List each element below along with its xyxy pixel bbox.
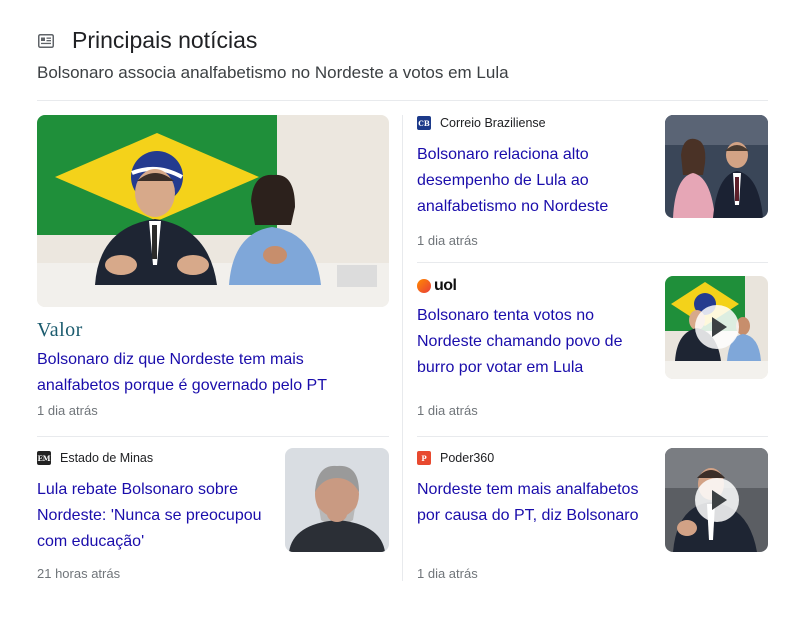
headline-poder360[interactable]: Nordeste tem mais analfabetos por causa … [417, 477, 657, 529]
time-valor: 1 dia atrás [37, 403, 98, 418]
source-estado-de-minas: EM Estado de Minas [37, 451, 153, 465]
headline-uol[interactable]: Bolsonaro tenta votos no Nordeste chaman… [417, 303, 657, 381]
section-title: Principais notícias [72, 27, 258, 53]
source-label: Estado de Minas [60, 451, 154, 465]
divider [417, 262, 768, 263]
story-subtitle[interactable]: Bolsonaro associa analfabetismo no Norde… [37, 63, 509, 83]
source-label: Correio Braziliense [440, 116, 546, 130]
time-correio-braziliense: 1 dia atrás [417, 233, 478, 248]
newspaper-icon [38, 34, 54, 48]
video-play-icon[interactable] [695, 305, 739, 349]
source-poder360: P Poder360 [417, 451, 494, 465]
source-uol: uol [417, 277, 457, 295]
column-divider [402, 115, 403, 581]
source-label: Poder360 [440, 451, 495, 465]
article-thumbnail-valor[interactable] [37, 115, 389, 307]
headline-estado-de-minas[interactable]: Lula rebate Bolsonaro sobre Nordeste: 'N… [37, 477, 277, 555]
divider [417, 436, 768, 437]
time-poder360: 1 dia atrás [417, 566, 478, 581]
uol-logo-icon [417, 279, 431, 293]
article-thumbnail-estado-de-minas[interactable] [285, 448, 389, 552]
article-thumbnail-correio-braziliense[interactable] [665, 115, 768, 218]
video-play-icon[interactable] [695, 478, 739, 522]
correio-braziliense-logo-icon: CB [417, 116, 431, 130]
divider [37, 436, 389, 437]
time-uol: 1 dia atrás [417, 403, 478, 418]
time-estado-de-minas: 21 horas atrás [37, 566, 121, 581]
top-divider [37, 100, 768, 101]
source-valor: Valor [37, 319, 83, 341]
source-label: uol [434, 277, 457, 294]
headline-valor[interactable]: Bolsonaro diz que Nordeste tem mais anal… [37, 347, 382, 399]
poder360-logo-icon: P [417, 451, 431, 465]
headline-correio-braziliense[interactable]: Bolsonaro relaciona alto desempenho de L… [417, 142, 649, 220]
estado-de-minas-logo-icon: EM [37, 451, 51, 465]
source-correio-braziliense: CB Correio Braziliense [417, 116, 546, 130]
